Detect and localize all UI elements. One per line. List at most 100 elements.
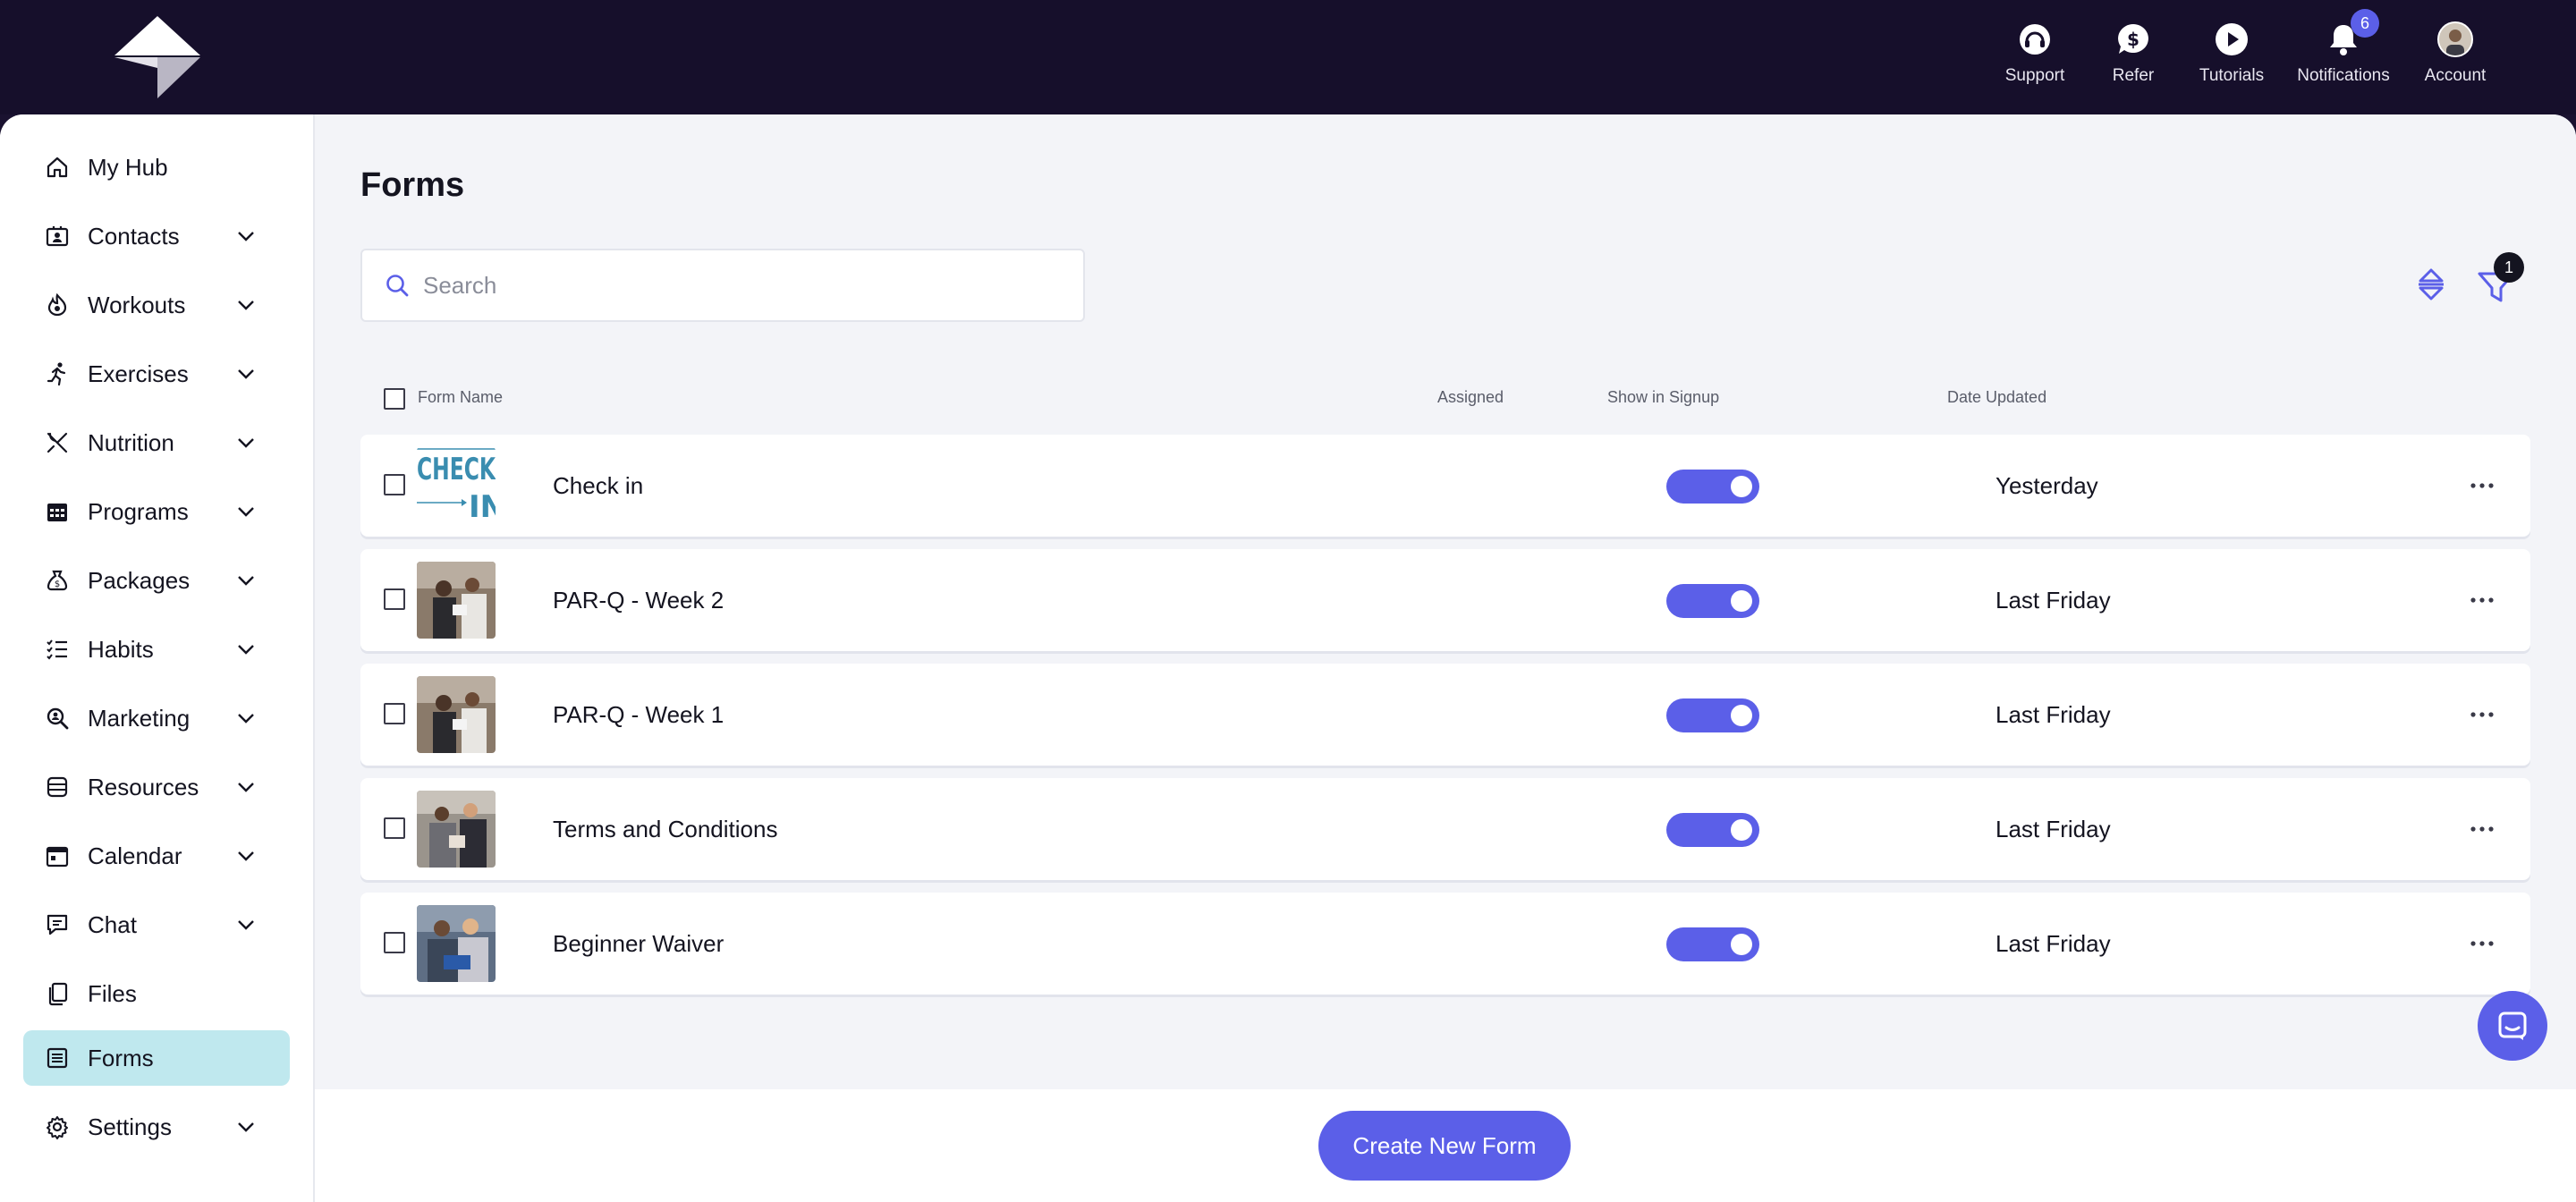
app-logo[interactable]: [113, 14, 202, 100]
form-name[interactable]: Beginner Waiver: [553, 930, 724, 958]
sidebar-item-label: Contacts: [88, 222, 180, 250]
sidebar-item-forms[interactable]: Forms: [23, 1030, 290, 1086]
chevron-down-icon[interactable]: [234, 431, 258, 454]
show-in-signup-toggle[interactable]: [1666, 927, 1759, 961]
top-nav: Support $ Refer Tutorials 6 Notification…: [1986, 9, 2504, 91]
row-checkbox[interactable]: [384, 703, 405, 724]
refer-button[interactable]: $ Refer: [2084, 20, 2182, 91]
top-bar: Support $ Refer Tutorials 6 Notification…: [0, 0, 2576, 114]
chevron-down-icon[interactable]: [234, 844, 258, 868]
show-in-signup-toggle[interactable]: [1666, 584, 1759, 618]
select-all-checkbox[interactable]: [384, 388, 405, 410]
sidebar-item-label: Calendar: [88, 842, 182, 869]
sidebar-item-habits[interactable]: Habits: [23, 622, 290, 677]
more-options-icon[interactable]: [2464, 930, 2500, 957]
date-updated: Last Friday: [1996, 701, 2111, 728]
flame-icon: [41, 289, 73, 321]
table-row[interactable]: PAR-Q - Week 1 Last Friday: [360, 664, 2530, 766]
chevron-down-icon[interactable]: [234, 707, 258, 730]
create-new-form-button[interactable]: Create New Form: [1318, 1111, 1571, 1181]
form-thumbnail: [417, 562, 496, 639]
chevron-down-icon[interactable]: [234, 913, 258, 936]
form-name[interactable]: PAR-Q - Week 2: [553, 587, 724, 614]
play-icon: [2212, 20, 2251, 59]
date-updated: Last Friday: [1996, 587, 2111, 614]
support-button[interactable]: Support: [1986, 20, 2084, 91]
sidebar-item-my-hub[interactable]: My Hub: [23, 140, 290, 195]
table-row[interactable]: Beginner Waiver Last Friday: [360, 893, 2530, 995]
row-checkbox[interactable]: [384, 817, 405, 839]
chat-icon: [41, 909, 73, 941]
column-date-updated[interactable]: Date Updated: [1947, 388, 2046, 407]
account-button[interactable]: Account: [2406, 20, 2504, 91]
account-label: Account: [2424, 66, 2487, 85]
chevron-down-icon[interactable]: [234, 293, 258, 317]
sidebar-item-marketing[interactable]: Marketing: [23, 690, 290, 746]
magnify-icon: [41, 702, 73, 734]
chevron-down-icon[interactable]: [234, 362, 258, 385]
sidebar-item-settings[interactable]: Settings: [23, 1099, 290, 1155]
sidebar-item-packages[interactable]: $ Packages: [23, 553, 290, 608]
search-input[interactable]: [423, 271, 1049, 300]
chevron-down-icon[interactable]: [234, 638, 258, 661]
sort-icon[interactable]: [2413, 265, 2449, 304]
more-options-icon[interactable]: [2464, 816, 2500, 842]
chevron-down-icon[interactable]: [234, 1115, 258, 1139]
show-in-signup-toggle[interactable]: [1666, 470, 1759, 504]
notifications-label: Notifications: [2297, 66, 2390, 85]
table-header: Form Name Assigned Show in Signup Date U…: [360, 383, 2530, 415]
show-in-signup-toggle[interactable]: [1666, 698, 1759, 732]
thumb-checkin-line2: IN: [469, 489, 496, 524]
sidebar-item-resources[interactable]: Resources: [23, 759, 290, 815]
sidebar-item-files[interactable]: Files: [23, 966, 290, 1021]
show-in-signup-toggle[interactable]: [1666, 813, 1759, 847]
form-icon: [41, 1042, 73, 1074]
support-chat-button[interactable]: [2478, 991, 2547, 1061]
table-row[interactable]: Terms and Conditions Last Friday: [360, 778, 2530, 880]
sidebar-item-programs[interactable]: Programs: [23, 484, 290, 539]
chevron-down-icon[interactable]: [234, 224, 258, 248]
row-checkbox[interactable]: [384, 932, 405, 953]
headset-icon: [2015, 20, 2055, 59]
more-options-icon[interactable]: [2464, 587, 2500, 614]
table-row[interactable]: PAR-Q - Week 2 Last Friday: [360, 549, 2530, 651]
sidebar-item-calendar[interactable]: Calendar: [23, 828, 290, 884]
form-name[interactable]: Check in: [553, 472, 643, 500]
search-field[interactable]: [360, 249, 1085, 322]
table-row[interactable]: CHECK IN Check in Yesterday: [360, 435, 2530, 537]
chevron-down-icon[interactable]: [234, 775, 258, 799]
sidebar-item-workouts[interactable]: Workouts: [23, 277, 290, 333]
row-checkbox[interactable]: [384, 474, 405, 495]
messenger-icon: [2498, 1012, 2527, 1040]
sidebar-item-chat[interactable]: Chat: [23, 897, 290, 952]
column-assigned[interactable]: Assigned: [1437, 388, 1504, 407]
calendar-icon: [41, 840, 73, 872]
sidebar-item-label: Files: [88, 979, 137, 1007]
form-name[interactable]: PAR-Q - Week 1: [553, 701, 724, 729]
tutorials-label: Tutorials: [2199, 66, 2265, 85]
svg-text:$: $: [2127, 29, 2140, 50]
database-icon: [41, 771, 73, 803]
column-form-name[interactable]: Form Name: [418, 388, 503, 407]
support-label: Support: [2004, 66, 2065, 85]
sidebar-item-label: Chat: [88, 910, 137, 938]
date-updated: Last Friday: [1996, 816, 2111, 842]
sidebar-item-nutrition[interactable]: Nutrition: [23, 415, 290, 470]
chevron-down-icon[interactable]: [234, 500, 258, 523]
forms-content: Forms 1 Form Name Assigned Show in Signu…: [315, 114, 2576, 1089]
sidebar-item-label: Exercises: [88, 360, 189, 387]
chevron-down-icon[interactable]: [234, 569, 258, 592]
form-name[interactable]: Terms and Conditions: [553, 816, 777, 843]
sidebar-item-label: Forms: [88, 1044, 154, 1071]
page-title: Forms: [360, 166, 465, 204]
row-checkbox[interactable]: [384, 588, 405, 610]
sidebar-item-contacts[interactable]: Contacts: [23, 208, 290, 264]
sidebar-item-exercises[interactable]: Exercises: [23, 346, 290, 402]
more-options-icon[interactable]: [2464, 472, 2500, 499]
form-thumbnail: [417, 676, 496, 753]
notifications-button[interactable]: 6 Notifications: [2281, 9, 2406, 91]
more-options-icon[interactable]: [2464, 701, 2500, 728]
sidebar-item-label: My Hub: [88, 153, 168, 181]
tutorials-button[interactable]: Tutorials: [2182, 20, 2281, 91]
column-show-in-signup[interactable]: Show in Signup: [1607, 388, 1719, 407]
